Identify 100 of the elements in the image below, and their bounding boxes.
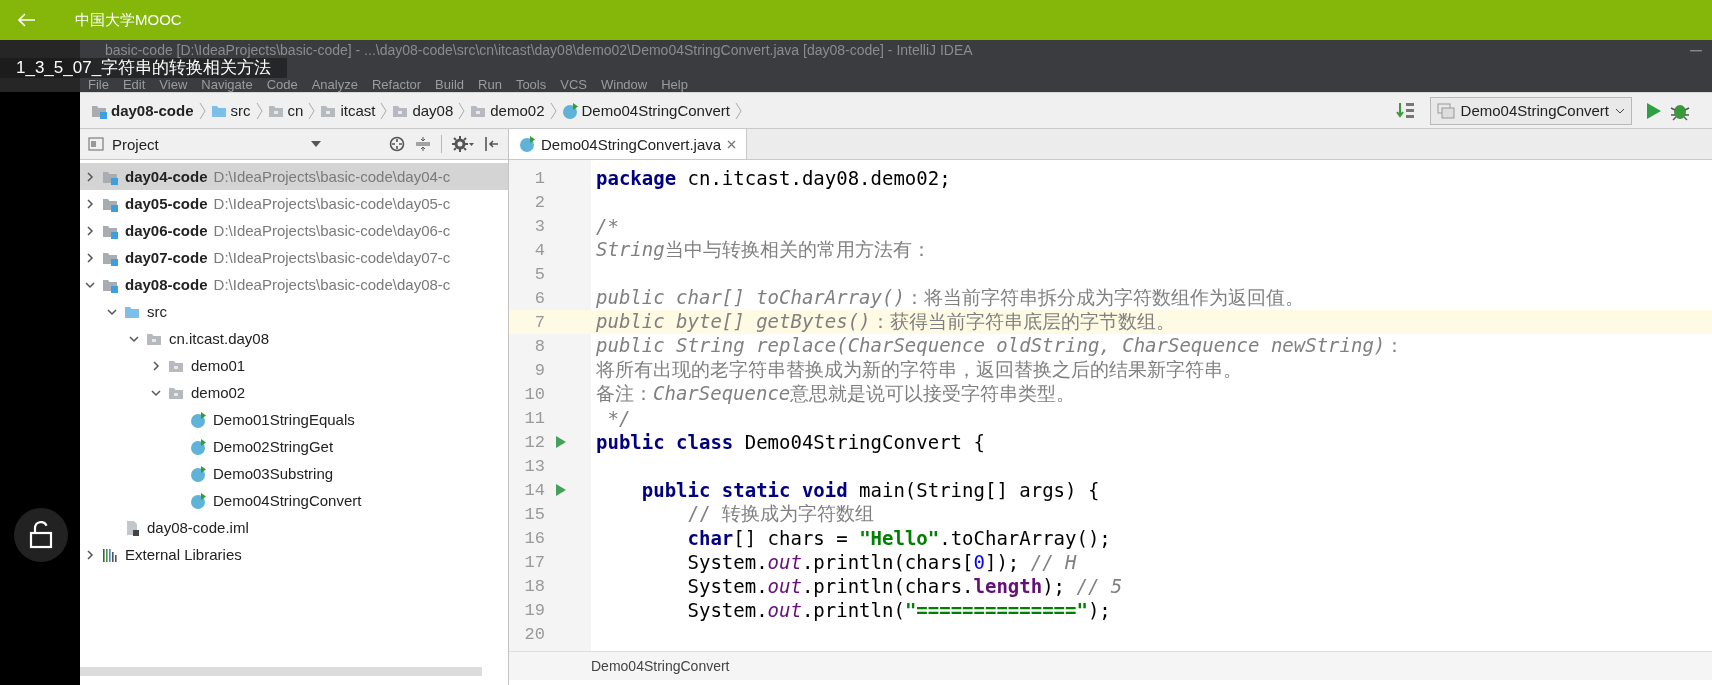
line-number: 1: [533, 168, 545, 188]
run-icon[interactable]: [555, 435, 567, 449]
breadcrumb-item[interactable]: day08: [387, 102, 459, 119]
chevron-right-icon: [380, 101, 388, 120]
tree-row[interactable]: Demo03Substring: [80, 460, 508, 487]
library-icon: [102, 546, 118, 563]
chevron-down-icon[interactable]: [151, 387, 161, 398]
breadcrumb-item[interactable]: cn: [262, 102, 309, 119]
module-path: D:\IdeaProjects\basic-code\day07-c: [213, 249, 451, 266]
code-line: String当中与转换相关的常用方法有：: [595, 237, 931, 262]
module-path: D:\IdeaProjects\basic-code\day08-c: [213, 276, 451, 293]
tree-row[interactable]: demo01: [80, 352, 508, 379]
breadcrumb-item[interactable]: demo02: [465, 102, 550, 119]
code-line: System.out.println("==============");: [686, 599, 1111, 621]
tree-row[interactable]: Demo04StringConvert: [80, 487, 508, 514]
tree-item-label: External Libraries: [125, 546, 242, 563]
breadcrumb-item[interactable]: day08-code: [86, 102, 199, 119]
breadcrumb-item[interactable]: src: [205, 102, 256, 119]
menu-item[interactable]: Navigate: [201, 78, 253, 92]
chevron-right-icon: [458, 101, 466, 120]
line-number: 16: [523, 528, 545, 548]
editor-tab[interactable]: Demo04StringConvert.java: [509, 129, 748, 159]
chevron-right-icon[interactable]: [85, 225, 95, 236]
tree-row[interactable]: day06-code D:\IdeaProjects\basic-code\day06-c: [80, 217, 508, 244]
module-path: D:\IdeaProjects\basic-code\day06-c: [213, 222, 451, 239]
tree-row[interactable]: cn.itcast.day08: [80, 325, 508, 352]
project-window-icon: [88, 137, 104, 151]
menu-item[interactable]: File: [88, 78, 109, 92]
class-icon: [561, 102, 578, 119]
code-line: 备注：CharSequence意思就是说可以接受字符串类型。: [595, 381, 1076, 406]
code-line: System.out.println(chars.length); // 5: [686, 575, 1123, 597]
horizontal-scrollbar[interactable]: [80, 667, 482, 676]
settings-icon[interactable]: [452, 136, 474, 152]
menu-item[interactable]: Tools: [515, 78, 547, 92]
tree-row[interactable]: Demo01StringEquals: [80, 406, 508, 433]
line-number: 4: [533, 240, 545, 260]
run-icon[interactable]: [555, 483, 567, 497]
line-number: 12: [523, 432, 545, 452]
close-icon[interactable]: [727, 139, 737, 149]
class-icon: [190, 438, 206, 455]
code-line: package cn.itcast.day08.demo02;: [595, 167, 951, 189]
chevron-down-icon[interactable]: [85, 279, 95, 290]
code-breadcrumb[interactable]: Demo04StringConvert: [591, 658, 730, 674]
code-line: */: [606, 407, 631, 429]
tree-row[interactable]: day04-code D:\IdeaProjects\basic-code\day04-c: [80, 163, 508, 190]
code-line: /*: [595, 215, 619, 237]
line-number: 13: [523, 456, 545, 476]
tree-row[interactable]: Demo02StringGet: [80, 433, 508, 460]
line-number: 19: [523, 600, 545, 620]
chevron-right-icon[interactable]: [85, 252, 95, 263]
tree-row[interactable]: External Libraries: [80, 541, 508, 568]
chevron-right-icon: [549, 101, 557, 120]
menu-item[interactable]: Code: [266, 78, 298, 92]
caret-down-icon[interactable]: [311, 141, 321, 147]
menu-item[interactable]: View: [159, 78, 188, 92]
run-configuration-dropdown[interactable]: Demo04StringConvert: [1429, 96, 1632, 125]
tree-row[interactable]: demo02: [80, 379, 508, 406]
lock-button[interactable]: [14, 508, 68, 562]
tree-row[interactable]: day08-code.iml: [80, 514, 508, 541]
hide-panel-icon[interactable]: [484, 136, 500, 152]
breadcrumb-item[interactable]: Demo04StringConvert: [556, 102, 735, 119]
tree-row[interactable]: day08-code D:\IdeaProjects\basic-code\day08-c: [80, 271, 508, 298]
menu-item[interactable]: Window: [600, 78, 648, 92]
chevron-right-icon[interactable]: [85, 549, 95, 560]
menu-item[interactable]: Analyze: [311, 78, 358, 92]
line-number: 6: [533, 288, 545, 308]
tree-item-label: day05-code: [125, 195, 208, 212]
run-icon[interactable]: [1646, 101, 1662, 120]
chevron-down-icon[interactable]: [129, 333, 139, 344]
chevron-down-icon[interactable]: [107, 306, 117, 317]
tree-row[interactable]: day05-code D:\IdeaProjects\basic-code\day05-c: [80, 190, 508, 217]
breadcrumb-item[interactable]: itcast: [315, 102, 381, 119]
module-path: D:\IdeaProjects\basic-code\day05-c: [213, 195, 451, 212]
code-line: // 转换成为字符数组: [686, 501, 874, 526]
target-icon[interactable]: [389, 136, 405, 152]
project-tool-window-title[interactable]: Project: [88, 135, 159, 153]
tree-item-label: src: [147, 303, 167, 320]
line-number: 18: [523, 576, 545, 596]
module-path: D:\IdeaProjects\basic-code\day04-c: [213, 168, 451, 185]
tree-item-label: Demo04StringConvert: [213, 492, 362, 509]
line-number: 14: [523, 480, 545, 500]
chevron-right-icon[interactable]: [151, 360, 161, 371]
menu-item[interactable]: VCS: [560, 78, 587, 92]
chevron-right-icon[interactable]: [85, 198, 95, 209]
tree-row[interactable]: src: [80, 298, 508, 325]
line-number: 11: [523, 408, 545, 428]
binary-sort-icon[interactable]: [1395, 100, 1416, 121]
menu-item[interactable]: Run: [478, 78, 502, 92]
menu-item[interactable]: Refactor: [371, 78, 422, 92]
tree-row[interactable]: day07-code D:\IdeaProjects\basic-code\day07-c: [80, 244, 508, 271]
tree-item-label: demo01: [191, 357, 246, 374]
video-title: 1_3_5_07_字符串的转换相关方法: [16, 58, 272, 78]
collapse-all-icon[interactable]: [415, 136, 431, 152]
menu-item[interactable]: Build: [435, 78, 464, 92]
chevron-right-icon[interactable]: [85, 171, 95, 182]
menu-item[interactable]: Help: [661, 78, 688, 92]
line-number: 3: [533, 216, 545, 236]
class-icon: [190, 465, 206, 482]
tree-item-label: demo02: [191, 384, 246, 401]
menu-item[interactable]: Edit: [122, 78, 146, 92]
